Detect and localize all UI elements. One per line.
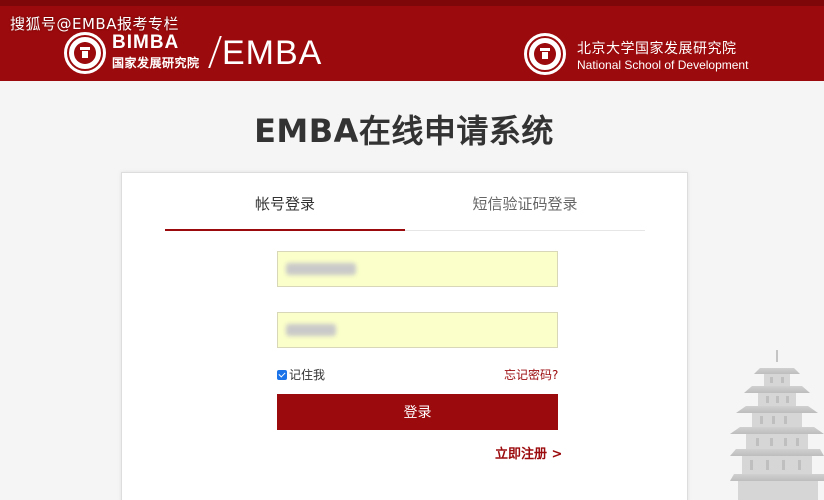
watermark-text: 搜狐号@EMBA报考专栏 <box>10 15 179 33</box>
remember-me-label: 记住我 <box>289 368 326 382</box>
header-bar: 搜狐号@EMBA报考专栏 BIMBA 国家发展研究院 EMBA 北京大学国家发展… <box>0 0 824 81</box>
register-link[interactable]: 立即注册 > <box>495 443 562 462</box>
bimba-logo-subtitle: 国家发展研究院 <box>112 56 200 70</box>
redacted-password <box>286 324 336 336</box>
tab-sms-login[interactable]: 短信验证码登录 <box>405 193 645 214</box>
emba-wordmark: EMBA <box>222 34 323 72</box>
peking-university-seal-icon <box>64 32 106 74</box>
forgot-password-link[interactable]: 忘记密码? <box>504 366 558 383</box>
remember-me-checkbox[interactable] <box>277 369 287 380</box>
peking-university-seal-icon <box>524 33 566 75</box>
username-input[interactable] <box>277 251 558 287</box>
tab-account-login[interactable]: 帐号登录 <box>165 193 405 214</box>
logo-divider <box>208 36 222 68</box>
login-tabs: 帐号登录 短信验证码登录 <box>165 173 645 231</box>
password-input[interactable] <box>277 312 558 348</box>
login-card: 帐号登录 短信验证码登录 记住我 忘记密码? 登录 立即注册 > <box>121 172 688 500</box>
redacted-username <box>286 263 356 275</box>
active-tab-indicator <box>165 229 405 231</box>
school-name-en: National School of Development <box>577 58 749 72</box>
school-name-cn: 北京大学国家发展研究院 <box>577 41 737 57</box>
pagoda-illustration <box>730 350 824 500</box>
remember-me[interactable]: 记住我 <box>277 366 325 383</box>
bimba-logo-text: BIMBA <box>112 32 180 53</box>
page-title: EMBA在线申请系统 <box>254 112 554 150</box>
login-button[interactable]: 登录 <box>277 394 558 430</box>
